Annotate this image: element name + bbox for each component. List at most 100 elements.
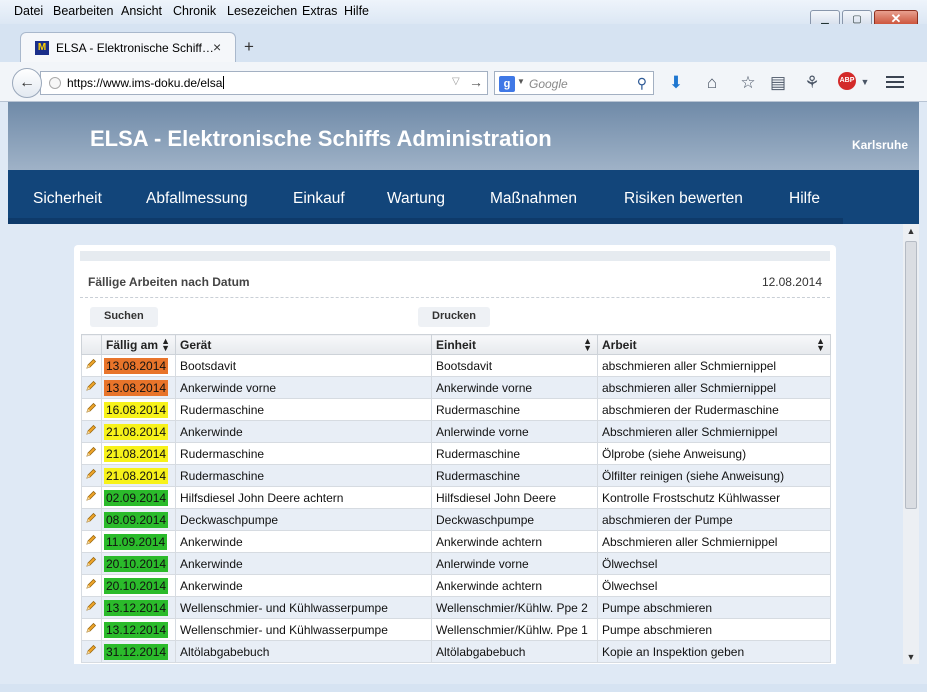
pencil-icon[interactable] [85, 490, 97, 505]
due-date-cell: 11.09.2014 [101, 530, 176, 553]
menu-icon[interactable] [886, 76, 904, 91]
arbeit-cell: Ölwechsel [597, 574, 831, 597]
nav-abfallmessung[interactable]: Abfallmessung [146, 190, 248, 208]
table-row[interactable]: 20.10.2014 Ankerwinde Anlerwinde vorne Ölwe… [81, 552, 831, 575]
table-row[interactable]: 13.08.2014 Bootsdavit Bootsdavit abschmiere… [81, 354, 831, 377]
download-icon[interactable]: ⬇ [665, 73, 687, 93]
extension-icon[interactable]: ⚘ [801, 73, 823, 93]
page-scrollbar[interactable]: ▲ ▼ [903, 224, 919, 664]
column-einheit[interactable]: Einheit ▲ ▼ [431, 334, 598, 355]
edit-cell[interactable] [81, 530, 102, 553]
pencil-icon[interactable] [85, 512, 97, 527]
pencil-icon[interactable] [85, 534, 97, 549]
adblock-dropdown-icon[interactable]: ▼ [854, 77, 876, 87]
table-row[interactable]: 13.12.2014 Wellenschmier- und Kühlwasserp… [81, 618, 831, 641]
address-bar[interactable]: https://www.ims-doku.de/elsa ▽ → [40, 71, 488, 95]
edit-cell[interactable] [81, 552, 102, 575]
column-geraet[interactable]: Gerät [175, 334, 432, 355]
search-bar[interactable]: g ▼ Google ⚲ [494, 71, 654, 95]
table-row[interactable]: 16.08.2014 Rudermaschine Rudermaschine absc… [81, 398, 831, 421]
menu-lesezeichen[interactable]: Lesezeichen [227, 4, 297, 18]
edit-cell[interactable] [81, 574, 102, 597]
go-arrow-icon[interactable]: → [469, 74, 483, 90]
due-date-badge: 21.08.2014 [104, 423, 169, 440]
arbeit-cell: Ölprobe (siehe Anweisung) [597, 442, 831, 465]
edit-cell[interactable] [81, 420, 102, 443]
edit-cell[interactable] [81, 486, 102, 509]
table-row[interactable]: 31.12.2014 Altölabgabebuch Altölabgabebuch… [81, 640, 831, 663]
pencil-icon[interactable] [85, 622, 97, 637]
menu-extras[interactable]: Extras [302, 4, 337, 18]
back-button[interactable]: ← [12, 68, 42, 98]
magnifier-icon[interactable]: ⚲ [637, 75, 647, 92]
reading-list-icon[interactable]: ▤ [767, 73, 789, 93]
nav-massnahmen[interactable]: Maßnahmen [490, 190, 577, 208]
pencil-icon[interactable] [85, 424, 97, 439]
sort-icon[interactable]: ▲ ▼ [816, 337, 825, 353]
menu-bearbeiten[interactable]: Bearbeiten [53, 4, 113, 18]
table-row[interactable]: 20.10.2014 Ankerwinde Ankerwinde achtern Öl… [81, 574, 831, 597]
scroll-up-icon[interactable]: ▲ [903, 226, 919, 236]
nav-wartung[interactable]: Wartung [387, 190, 445, 208]
nav-hilfe[interactable]: Hilfe [789, 190, 820, 208]
table-row[interactable]: 13.12.2014 Wellenschmier- und Kühlwasserp… [81, 596, 831, 619]
edit-cell[interactable] [81, 376, 102, 399]
scrollbar-thumb[interactable] [905, 241, 917, 509]
geraet-cell: Ankerwinde [175, 420, 432, 443]
due-date-badge: 16.08.2014 [104, 401, 169, 418]
pencil-icon[interactable] [85, 578, 97, 593]
edit-cell[interactable] [81, 398, 102, 421]
table-row[interactable]: 21.08.2014 Ankerwinde Anlerwinde vorne Absc… [81, 420, 831, 443]
edit-cell[interactable] [81, 618, 102, 641]
url-text[interactable]: https://www.ims-doku.de/elsa [67, 76, 224, 90]
einheit-cell: Bootsdavit [431, 354, 598, 377]
due-date-badge: 21.08.2014 [104, 467, 169, 484]
pencil-icon[interactable] [85, 644, 97, 659]
print-button[interactable]: Drucken [418, 307, 491, 327]
nav-sicherheit[interactable]: Sicherheit [33, 190, 102, 208]
search-input[interactable]: Google [529, 77, 568, 91]
edit-cell[interactable] [81, 508, 102, 531]
tab-elsa[interactable]: M ELSA - Elektronische Schiff… × [20, 32, 236, 62]
column-faellig-am[interactable]: Fällig am ▲ ▼ [101, 334, 176, 355]
menu-datei[interactable]: Datei [14, 4, 43, 18]
menu-hilfe[interactable]: Hilfe [344, 4, 369, 18]
table-row[interactable]: 08.09.2014 Deckwaschpumpe Deckwaschpumpe ab… [81, 508, 831, 531]
pencil-icon[interactable] [85, 402, 97, 417]
pencil-icon[interactable] [85, 600, 97, 615]
sort-icon[interactable]: ▲ ▼ [161, 337, 170, 353]
new-tab-icon[interactable]: + [244, 37, 254, 57]
arbeit-cell: abschmieren der Rudermaschine [597, 398, 831, 421]
home-icon[interactable]: ⌂ [701, 73, 723, 93]
panel-top-bar [80, 251, 830, 261]
tab-close-icon[interactable]: × [213, 39, 221, 55]
pencil-icon[interactable] [85, 468, 97, 483]
menu-chronik[interactable]: Chronik [173, 4, 216, 18]
search-engine-dropdown-icon[interactable]: ▼ [517, 77, 525, 86]
pencil-icon[interactable] [85, 446, 97, 461]
star-icon[interactable]: ☆ [737, 73, 759, 93]
edit-cell[interactable] [81, 464, 102, 487]
scroll-down-icon[interactable]: ▼ [903, 652, 919, 662]
edit-cell[interactable] [81, 596, 102, 619]
nav-risiken-bewerten[interactable]: Risiken bewerten [624, 190, 743, 208]
dropdown-arrow-icon[interactable]: ▽ [452, 76, 460, 87]
edit-cell[interactable] [81, 442, 102, 465]
search-button[interactable]: Suchen [90, 307, 158, 327]
table-row[interactable]: 02.09.2014 Hilfsdiesel John Deere achtern… [81, 486, 831, 509]
pencil-icon[interactable] [85, 380, 97, 395]
table-row[interactable]: 11.09.2014 Ankerwinde Ankerwinde achtern Ab… [81, 530, 831, 553]
table-row[interactable]: 21.08.2014 Rudermaschine Rudermaschine Ölfi… [81, 464, 831, 487]
sort-icon[interactable]: ▲ ▼ [583, 337, 592, 353]
google-icon[interactable]: g [499, 76, 515, 92]
main-navigation: Sicherheit Abfallmessung Einkauf Wartung… [8, 170, 919, 224]
pencil-icon[interactable] [85, 556, 97, 571]
edit-cell[interactable] [81, 354, 102, 377]
edit-cell[interactable] [81, 640, 102, 663]
table-row[interactable]: 13.08.2014 Ankerwinde vorne Ankerwinde vor… [81, 376, 831, 399]
table-row[interactable]: 21.08.2014 Rudermaschine Rudermaschine Ölpr… [81, 442, 831, 465]
pencil-icon[interactable] [85, 358, 97, 373]
menu-ansicht[interactable]: Ansicht [121, 4, 162, 18]
column-arbeit[interactable]: Arbeit ▲ ▼ [597, 334, 831, 355]
nav-einkauf[interactable]: Einkauf [293, 190, 345, 208]
